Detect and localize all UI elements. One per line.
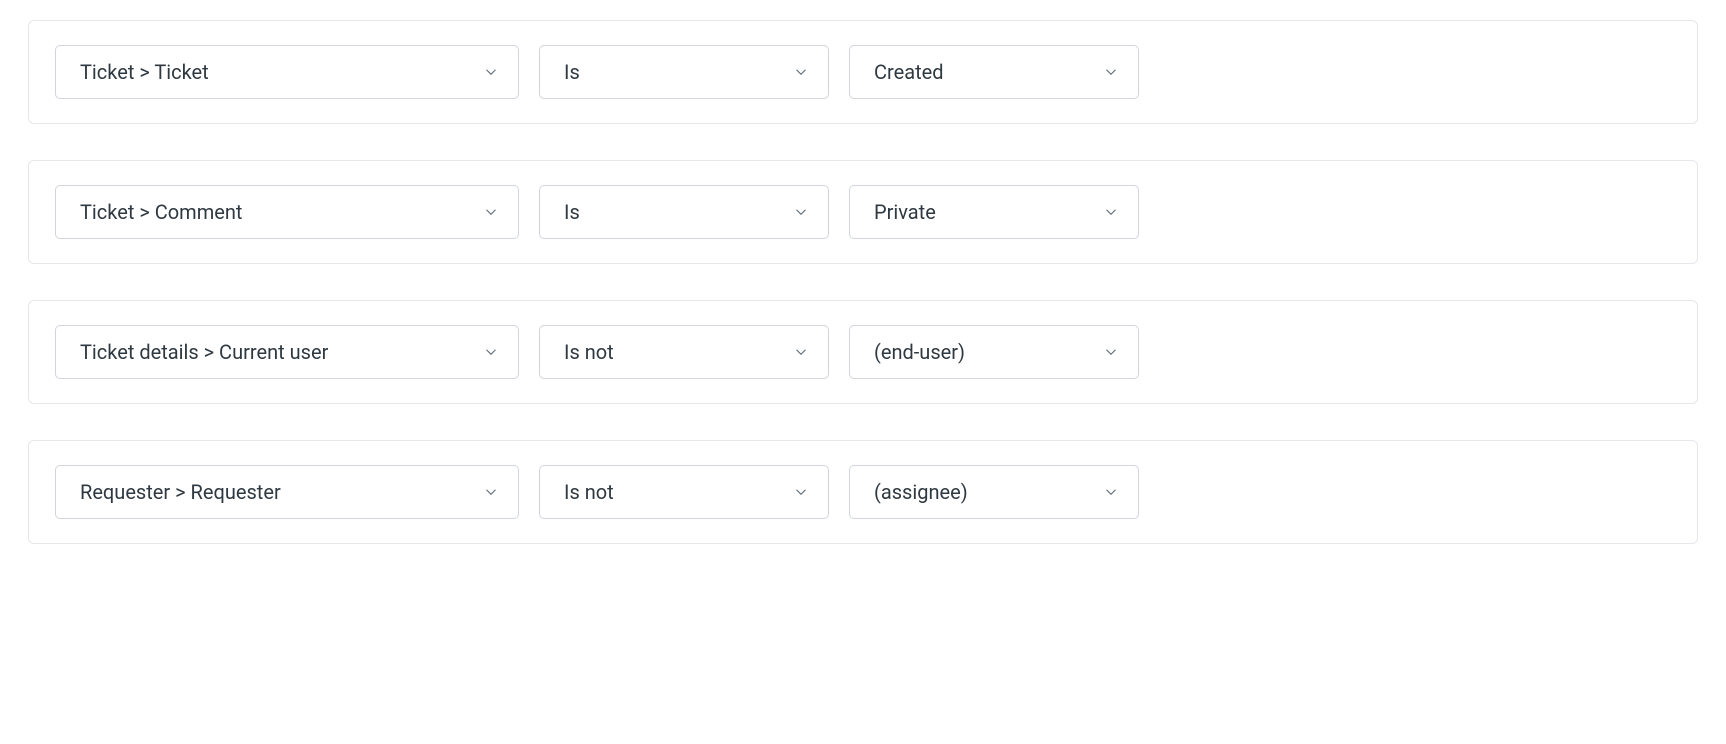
value-dropdown-label: Private [874,200,936,224]
chevron-down-icon [792,483,810,501]
field-dropdown[interactable]: Ticket > Comment [55,185,519,239]
field-dropdown[interactable]: Ticket details > Current user [55,325,519,379]
condition-card: Requester > Requester Is not (assignee) [28,440,1698,544]
condition-row: Ticket > Comment Is Private [55,185,1671,239]
chevron-down-icon [482,203,500,221]
operator-dropdown[interactable]: Is not [539,325,829,379]
field-dropdown-label: Ticket > Ticket [80,60,209,84]
value-dropdown[interactable]: (end-user) [849,325,1139,379]
condition-row: Requester > Requester Is not (assignee) [55,465,1671,519]
operator-dropdown-label: Is [564,200,580,224]
condition-row: Ticket > Ticket Is Created [55,45,1671,99]
operator-dropdown[interactable]: Is [539,45,829,99]
chevron-down-icon [792,203,810,221]
value-dropdown[interactable]: Private [849,185,1139,239]
operator-dropdown[interactable]: Is [539,185,829,239]
operator-dropdown-label: Is [564,60,580,84]
condition-card: Ticket details > Current user Is not (en… [28,300,1698,404]
field-dropdown-label: Ticket > Comment [80,200,242,224]
field-dropdown[interactable]: Requester > Requester [55,465,519,519]
chevron-down-icon [1102,203,1120,221]
field-dropdown-label: Requester > Requester [80,480,281,504]
value-dropdown[interactable]: (assignee) [849,465,1139,519]
operator-dropdown-label: Is not [564,340,614,364]
chevron-down-icon [482,483,500,501]
value-dropdown-label: Created [874,60,944,84]
value-dropdown-label: (assignee) [874,480,968,504]
value-dropdown-label: (end-user) [874,340,965,364]
operator-dropdown[interactable]: Is not [539,465,829,519]
chevron-down-icon [1102,63,1120,81]
field-dropdown-label: Ticket details > Current user [80,340,328,364]
chevron-down-icon [482,63,500,81]
field-dropdown[interactable]: Ticket > Ticket [55,45,519,99]
chevron-down-icon [1102,343,1120,361]
condition-row: Ticket details > Current user Is not (en… [55,325,1671,379]
chevron-down-icon [482,343,500,361]
value-dropdown[interactable]: Created [849,45,1139,99]
condition-card: Ticket > Ticket Is Created [28,20,1698,124]
chevron-down-icon [792,63,810,81]
chevron-down-icon [1102,483,1120,501]
condition-card: Ticket > Comment Is Private [28,160,1698,264]
operator-dropdown-label: Is not [564,480,614,504]
chevron-down-icon [792,343,810,361]
